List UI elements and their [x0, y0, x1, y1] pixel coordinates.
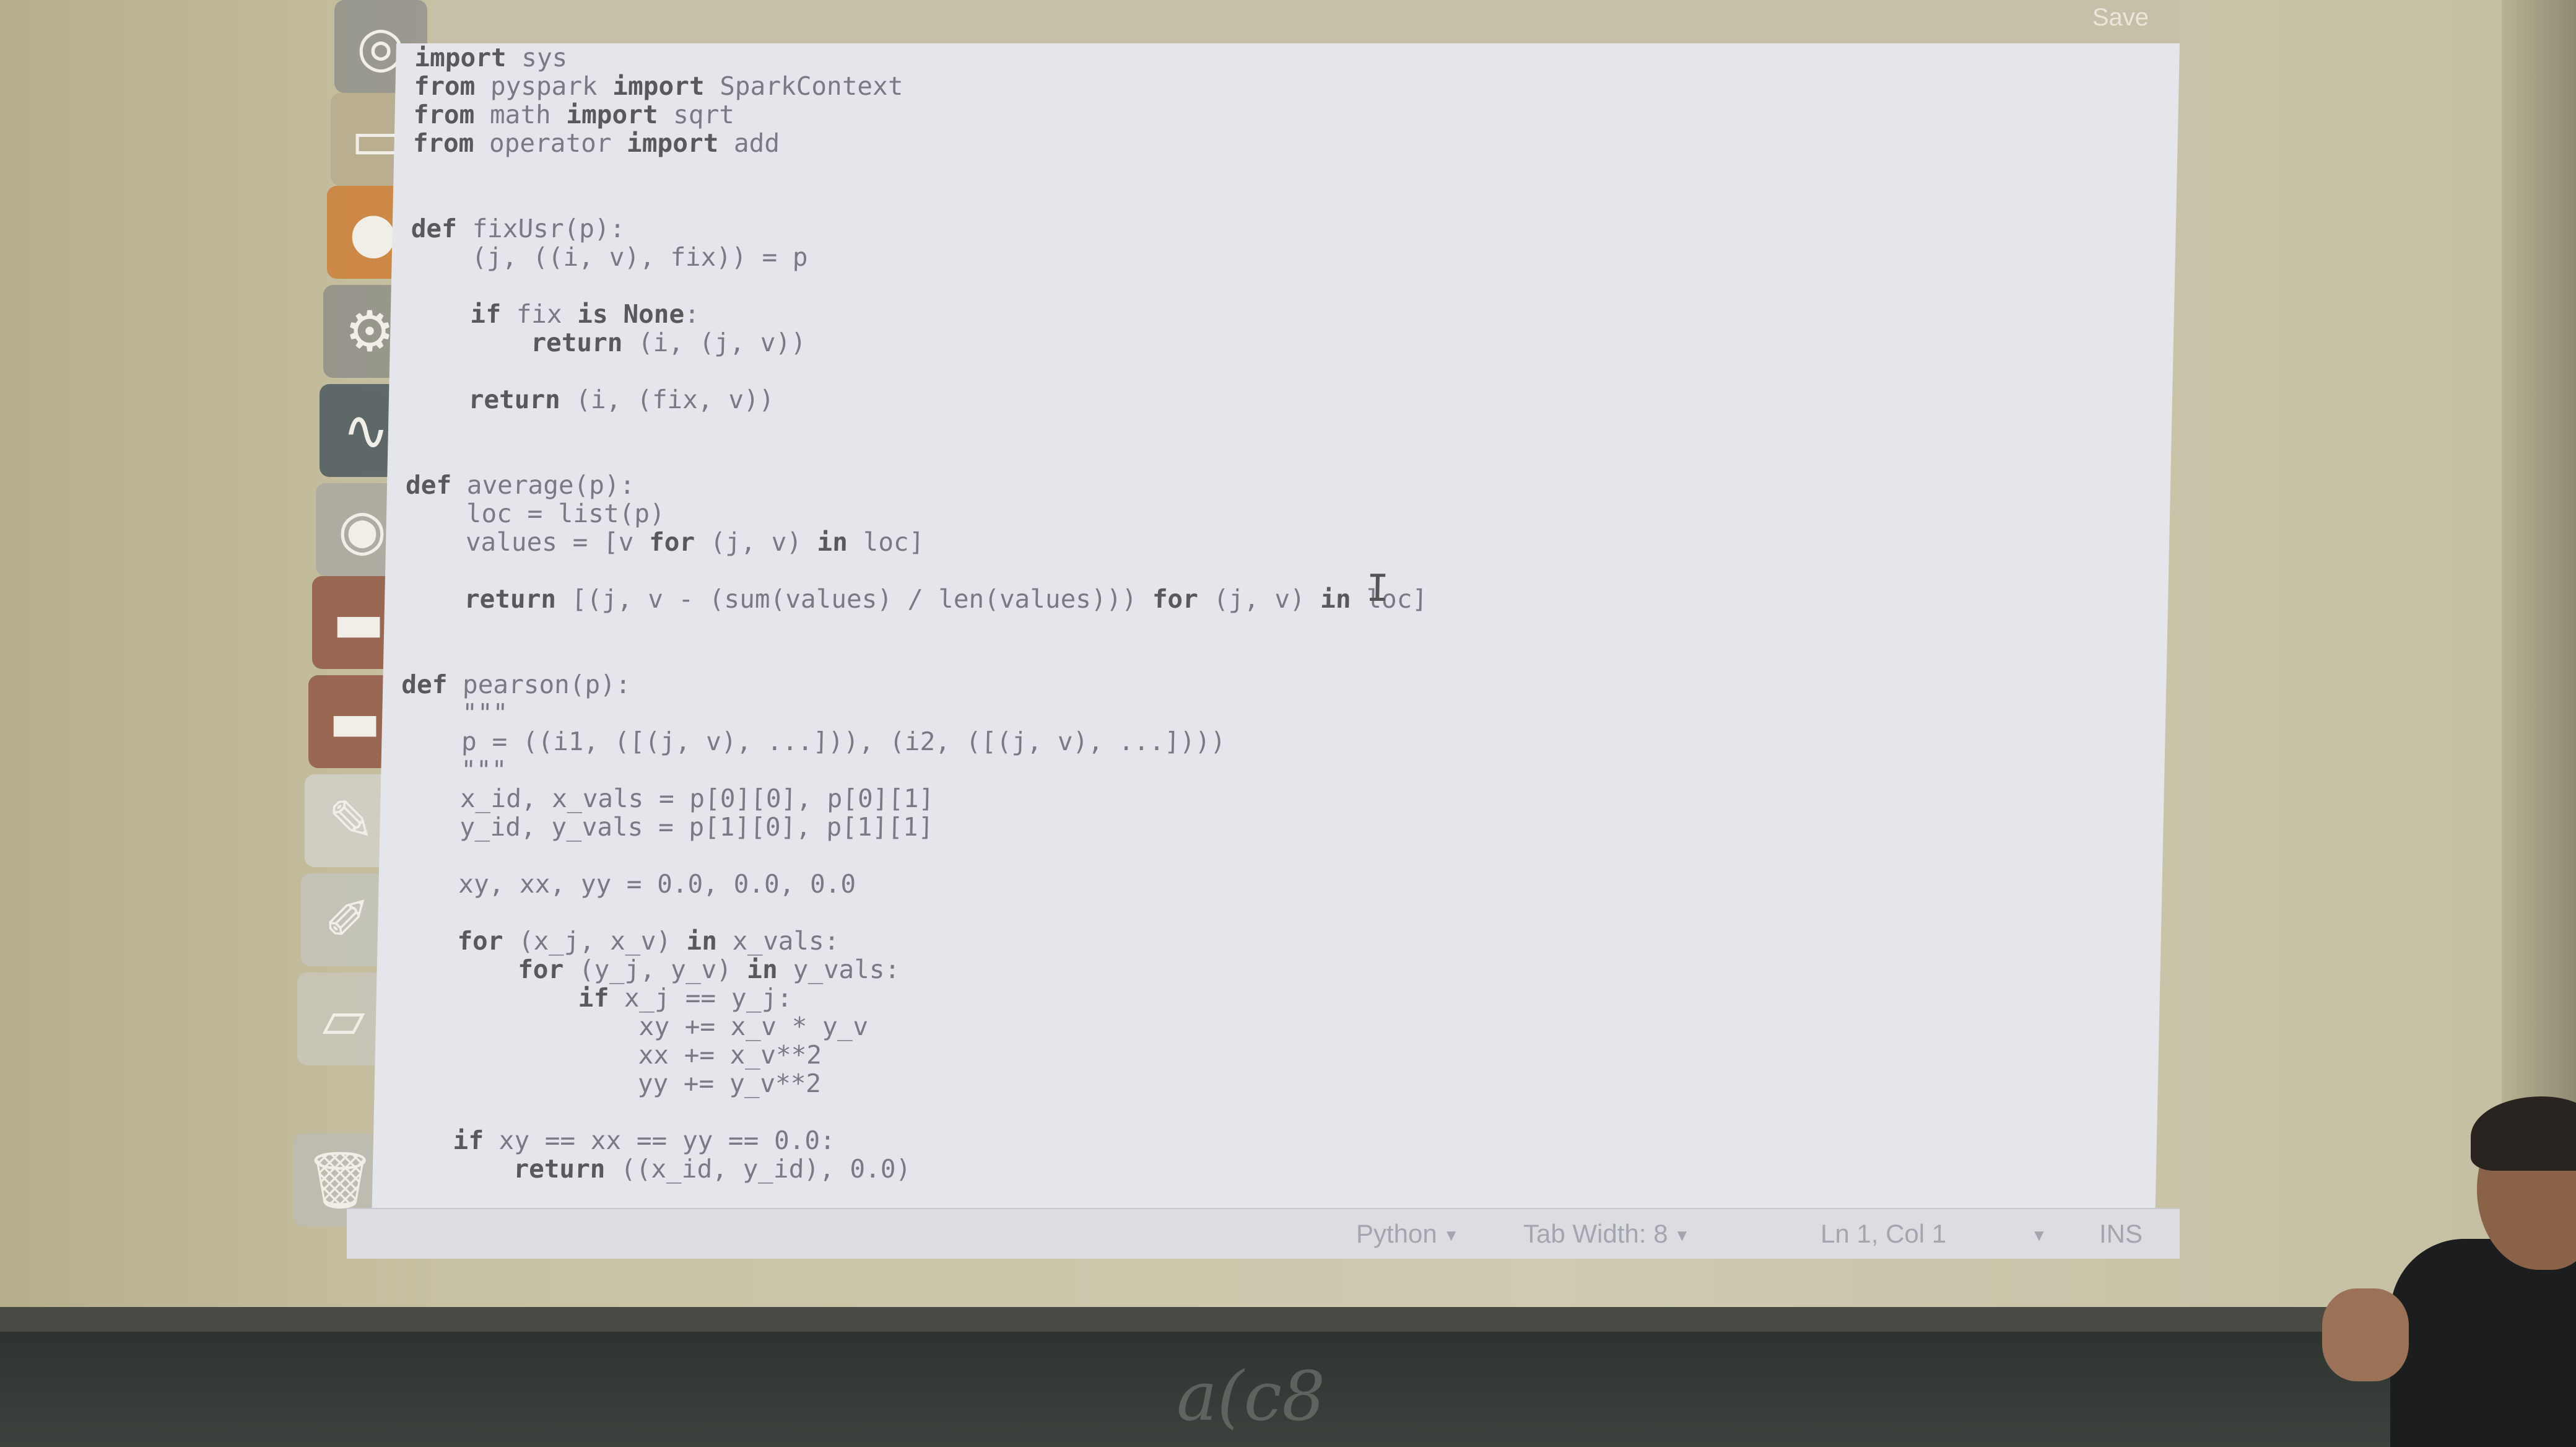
tab-width-label: Tab Width: 8	[1523, 1219, 1668, 1248]
save-button[interactable]: Save	[2092, 4, 2149, 32]
chalk-scribble: a(c8	[1177, 1357, 1326, 1436]
statusbar: Python ▼ Tab Width: 8 ▼ Ln 1, Col 1 ▼ INS	[347, 1208, 2180, 1259]
text-editor-window: Save import sys from pyspark import Spar…	[347, 0, 2180, 1259]
insert-mode[interactable]: INS	[2099, 1219, 2143, 1249]
presenter-body	[2390, 1239, 2576, 1447]
language-selector[interactable]: Python ▼	[1356, 1219, 1460, 1249]
tab-width-selector[interactable]: Tab Width: 8 ▼	[1523, 1219, 1690, 1249]
board-rail	[0, 1307, 2576, 1332]
cursor-position[interactable]: Ln 1, Col 1	[1821, 1219, 1946, 1249]
titlebar: Save	[433, 0, 2180, 43]
chevron-down-icon: ▼	[1674, 1226, 1690, 1245]
text-cursor-icon: I	[1365, 567, 1390, 610]
chevron-down-icon: ▼	[2031, 1226, 2047, 1245]
code-editor[interactable]: import sys from pyspark import SparkCont…	[372, 43, 2180, 1208]
position-dropdown[interactable]: ▼	[2025, 1219, 2047, 1249]
code-content[interactable]: import sys from pyspark import SparkCont…	[391, 43, 1438, 1184]
presenter-hand	[2322, 1288, 2409, 1381]
chevron-down-icon: ▼	[1443, 1226, 1460, 1245]
cursor-position-label: Ln 1, Col 1	[1821, 1219, 1947, 1248]
language-label: Python	[1356, 1219, 1437, 1248]
